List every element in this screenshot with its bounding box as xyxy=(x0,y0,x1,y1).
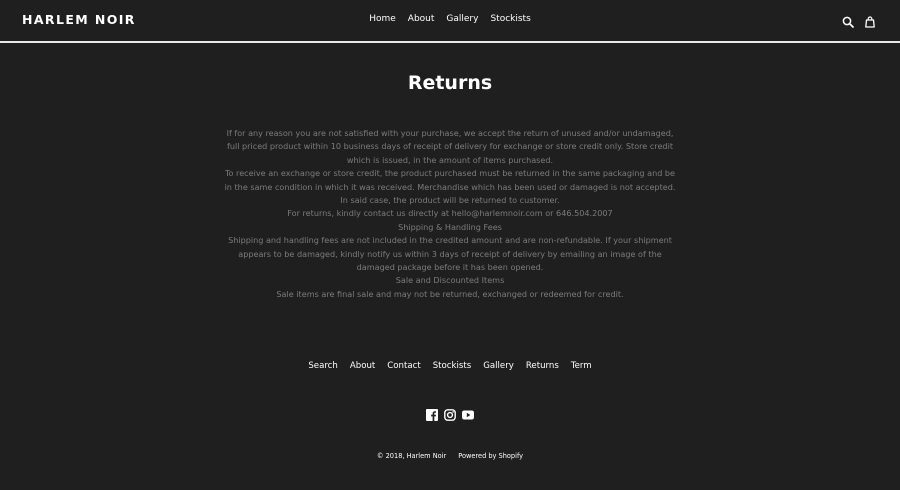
footer-link-gallery[interactable]: Gallery xyxy=(483,361,514,371)
youtube-icon[interactable] xyxy=(462,406,474,420)
nav-gallery[interactable]: Gallery xyxy=(446,14,478,24)
sale-paragraph: Sale items are final sale and may not be… xyxy=(276,288,624,299)
main-nav: Home About Gallery Stockists xyxy=(0,14,900,24)
facebook-icon[interactable] xyxy=(426,406,438,421)
footer-nav: Search About Contact Stockists Gallery R… xyxy=(0,361,900,371)
nav-stockists[interactable]: Stockists xyxy=(490,14,530,24)
returns-paragraph: To receive an exchange or store credit, … xyxy=(224,168,676,206)
shipping-paragraph: Shipping and handling fees are not inclu… xyxy=(228,235,672,273)
footer-link-stockists[interactable]: Stockists xyxy=(433,361,472,371)
footer-link-term[interactable]: Term xyxy=(571,361,592,371)
nav-about[interactable]: About xyxy=(408,14,435,24)
header-divider xyxy=(0,41,900,43)
powered-by-link[interactable]: Powered by Shopify xyxy=(458,452,523,460)
nav-home[interactable]: Home xyxy=(369,14,396,24)
social-links xyxy=(0,406,900,421)
cart-icon[interactable] xyxy=(864,13,876,28)
section-heading-sale: Sale and Discounted Items xyxy=(395,275,505,286)
footer-link-returns[interactable]: Returns xyxy=(526,361,559,371)
header-icons xyxy=(842,13,876,28)
page-title: Returns xyxy=(407,72,493,94)
copyright-text[interactable]: © 2018, Harlem Noir xyxy=(377,452,446,460)
instagram-icon[interactable] xyxy=(444,406,456,421)
returns-contact: For returns, kindly contact us directly … xyxy=(287,208,613,219)
footer-link-search[interactable]: Search xyxy=(308,361,338,371)
returns-paragraph: If for any reason you are not satisfied … xyxy=(226,128,674,165)
search-icon[interactable] xyxy=(842,13,854,28)
copyright-bar: © 2018, Harlem Noir Powered by Shopify xyxy=(0,452,900,460)
site-header: HARLEM NOIR Home About Gallery Stockists xyxy=(0,0,900,41)
page: HARLEM NOIR Home About Gallery Stockists xyxy=(0,0,900,490)
returns-content: If for any reason you are not satisfied … xyxy=(222,127,678,301)
section-heading-shipping: Shipping & Handling Fees xyxy=(398,221,502,232)
footer-link-contact[interactable]: Contact xyxy=(387,361,420,371)
footer-link-about[interactable]: About xyxy=(350,361,375,371)
